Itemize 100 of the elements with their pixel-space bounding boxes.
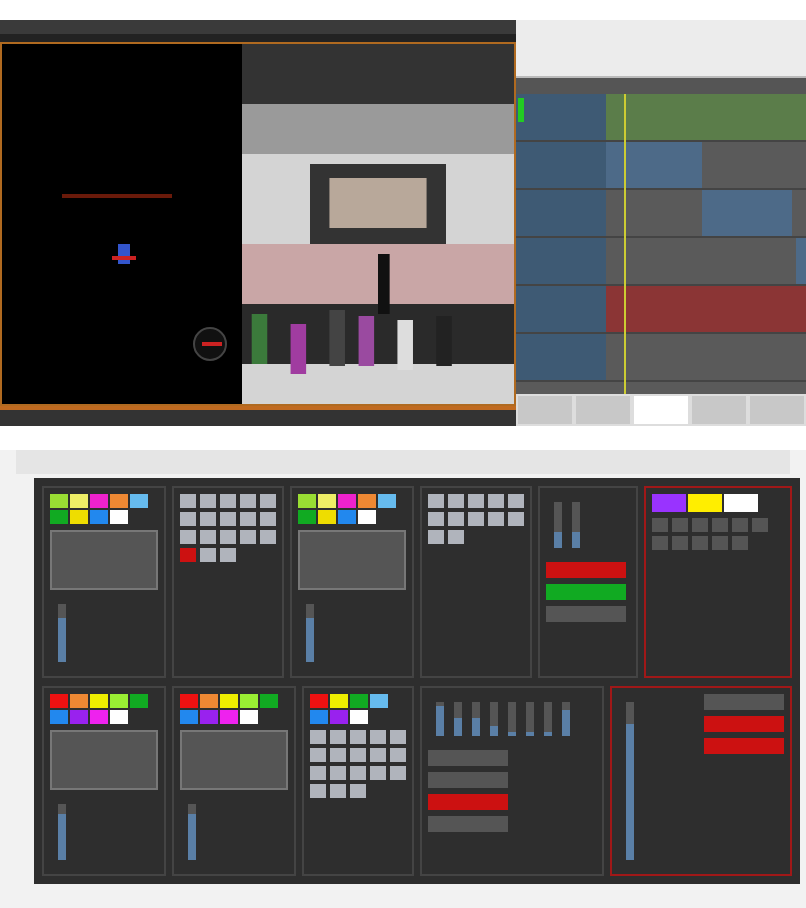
control-button[interactable] <box>350 729 366 743</box>
action-button[interactable] <box>428 794 508 811</box>
action-button[interactable] <box>546 606 626 623</box>
color-swatch[interactable] <box>200 709 218 723</box>
color-swatch[interactable] <box>298 494 316 508</box>
fader[interactable] <box>454 701 462 737</box>
control-button[interactable] <box>350 747 366 761</box>
color-swatch[interactable] <box>298 510 316 524</box>
color-swatch[interactable] <box>318 510 336 524</box>
control-button[interactable] <box>350 783 366 797</box>
color-swatch[interactable] <box>350 693 368 707</box>
color-swatch[interactable] <box>350 709 368 723</box>
color-swatch[interactable] <box>110 494 128 508</box>
tab[interactable] <box>634 396 688 424</box>
color-swatch[interactable] <box>220 709 238 723</box>
color-swatch[interactable] <box>90 510 108 524</box>
color-swatch[interactable] <box>70 709 88 723</box>
control-button[interactable] <box>350 765 366 779</box>
track-header[interactable] <box>516 190 606 236</box>
color-swatch[interactable] <box>50 709 68 723</box>
color-swatch[interactable] <box>338 494 356 508</box>
action-button[interactable] <box>704 693 784 709</box>
control-button[interactable] <box>310 765 326 779</box>
control-button[interactable] <box>390 765 406 779</box>
color-swatch[interactable] <box>378 494 396 508</box>
control-button[interactable] <box>370 765 386 779</box>
fader[interactable] <box>508 701 516 737</box>
action-button[interactable] <box>428 750 508 767</box>
tab[interactable] <box>576 396 630 424</box>
control-button[interactable] <box>390 729 406 743</box>
color-swatch[interactable] <box>50 494 68 508</box>
color-swatch[interactable] <box>370 693 388 707</box>
color-swatch[interactable] <box>50 693 68 707</box>
track-header[interactable] <box>516 238 606 284</box>
color-swatch[interactable] <box>180 693 198 707</box>
timeline-clip[interactable] <box>606 94 806 140</box>
color-swatch[interactable] <box>70 494 88 508</box>
control-button[interactable] <box>330 783 346 797</box>
action-button[interactable] <box>546 562 626 579</box>
fader[interactable] <box>544 701 552 737</box>
track-header[interactable] <box>516 334 606 380</box>
action-button[interactable] <box>546 584 626 601</box>
color-swatch[interactable] <box>330 693 348 707</box>
color-swatch[interactable] <box>240 693 258 707</box>
action-button[interactable] <box>704 715 784 731</box>
fader[interactable] <box>562 701 570 737</box>
timeline-clip[interactable] <box>702 190 792 236</box>
action-button[interactable] <box>428 772 508 789</box>
action-button[interactable] <box>428 816 508 833</box>
color-swatch[interactable] <box>180 709 198 723</box>
color-swatch[interactable] <box>724 494 758 512</box>
action-button[interactable] <box>704 737 784 753</box>
color-swatch[interactable] <box>90 709 108 723</box>
xy-pad[interactable] <box>50 530 158 591</box>
timeline-clip[interactable] <box>606 286 806 332</box>
color-swatch[interactable] <box>310 693 328 707</box>
fader[interactable] <box>490 701 498 737</box>
control-button[interactable] <box>310 747 326 761</box>
color-swatch[interactable] <box>310 709 328 723</box>
color-swatch[interactable] <box>90 693 108 707</box>
control-button[interactable] <box>370 729 386 743</box>
fader[interactable] <box>58 604 66 661</box>
fader[interactable] <box>472 701 480 737</box>
control-button[interactable] <box>330 765 346 779</box>
fader[interactable] <box>58 803 66 860</box>
timeline-clip[interactable] <box>796 238 806 284</box>
color-swatch[interactable] <box>50 510 68 524</box>
fader[interactable] <box>572 502 580 549</box>
color-swatch[interactable] <box>330 709 348 723</box>
tab[interactable] <box>518 396 572 424</box>
color-swatch[interactable] <box>358 510 376 524</box>
color-swatch[interactable] <box>130 494 148 508</box>
fader[interactable] <box>306 604 314 661</box>
color-swatch[interactable] <box>318 494 336 508</box>
control-button[interactable] <box>390 747 406 761</box>
tab[interactable] <box>750 396 804 424</box>
color-swatch[interactable] <box>110 709 128 723</box>
control-button[interactable] <box>330 729 346 743</box>
control-button[interactable] <box>310 783 326 797</box>
fader[interactable] <box>526 701 534 737</box>
color-swatch[interactable] <box>110 510 128 524</box>
color-swatch[interactable] <box>200 693 218 707</box>
color-swatch[interactable] <box>652 494 686 512</box>
color-swatch[interactable] <box>90 494 108 508</box>
color-swatch[interactable] <box>70 510 88 524</box>
fader[interactable] <box>554 502 562 549</box>
timeline-clip[interactable] <box>606 142 702 188</box>
color-swatch[interactable] <box>110 693 128 707</box>
color-swatch[interactable] <box>70 693 88 707</box>
color-swatch[interactable] <box>260 693 278 707</box>
xy-pad[interactable] <box>298 530 406 591</box>
control-button[interactable] <box>310 729 326 743</box>
color-swatch[interactable] <box>130 693 148 707</box>
control-button[interactable] <box>330 747 346 761</box>
color-swatch[interactable] <box>358 494 376 508</box>
fader[interactable] <box>188 803 196 860</box>
control-button[interactable] <box>370 747 386 761</box>
color-swatch[interactable] <box>688 494 722 512</box>
color-swatch[interactable] <box>338 510 356 524</box>
color-swatch[interactable] <box>240 709 258 723</box>
